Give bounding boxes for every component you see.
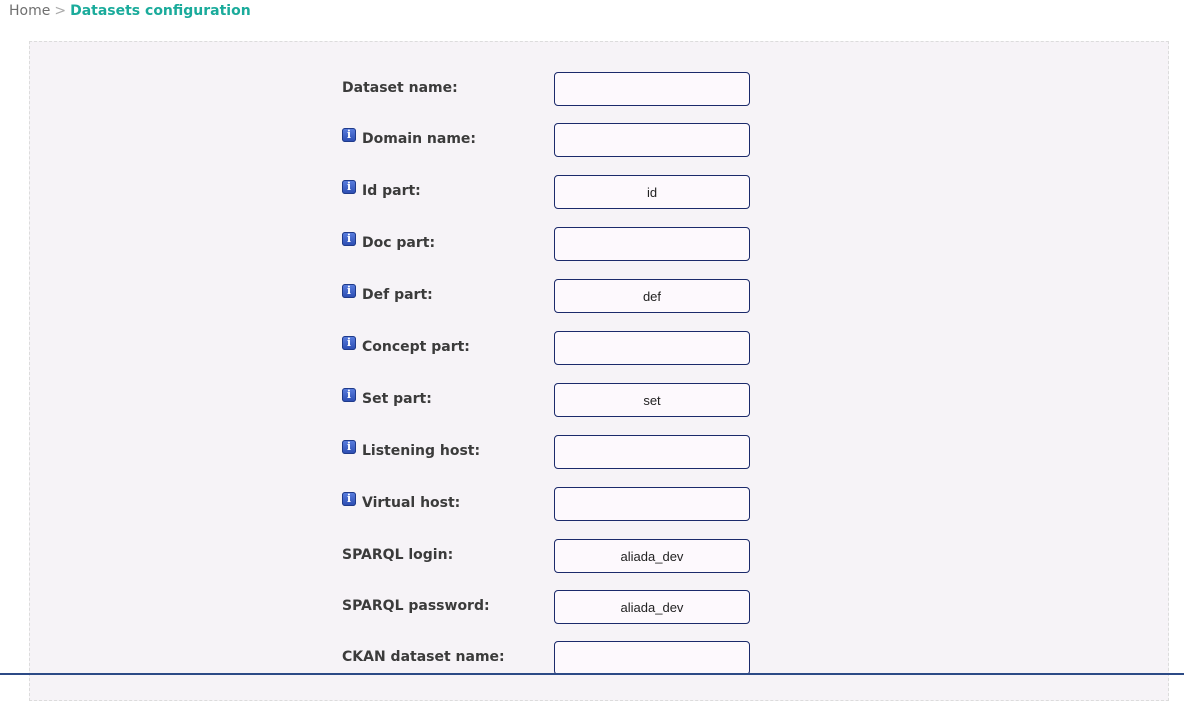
listening-host-label: i Listening host: xyxy=(342,440,481,459)
dataset-name-label-text: Dataset name: xyxy=(342,80,458,96)
form-row-ckan-dataset-name: CKAN dataset name: xyxy=(342,641,762,675)
listening-host-label-text: Listening host: xyxy=(362,443,481,459)
sparql-password-label: SPARQL password: xyxy=(342,598,490,614)
sparql-login-input[interactable] xyxy=(554,539,750,573)
doc-part-label-text: Doc part: xyxy=(362,235,436,251)
dataset-name-label: Dataset name: xyxy=(342,80,458,96)
breadcrumb: Home > Datasets configuration xyxy=(9,3,251,19)
breadcrumb-separator: > xyxy=(54,3,67,19)
dataset-name-input[interactable] xyxy=(554,72,750,106)
sparql-login-label-text: SPARQL login: xyxy=(342,547,454,563)
virtual-host-input[interactable] xyxy=(554,487,750,521)
sparql-login-label: SPARQL login: xyxy=(342,547,453,563)
listening-host-input[interactable] xyxy=(554,435,750,469)
form-row-virtual-host: i Virtual host: xyxy=(342,487,762,521)
id-part-label-text: Id part: xyxy=(362,183,421,199)
info-icon[interactable]: i xyxy=(342,180,356,194)
info-icon[interactable]: i xyxy=(342,284,356,298)
doc-part-input[interactable] xyxy=(554,227,750,261)
form-row-doc-part: i Doc part: xyxy=(342,227,762,261)
id-part-input[interactable] xyxy=(554,175,750,209)
id-part-label: i Id part: xyxy=(342,180,421,199)
info-icon[interactable]: i xyxy=(342,492,356,506)
info-icon[interactable]: i xyxy=(342,128,356,142)
info-icon[interactable]: i xyxy=(342,232,356,246)
set-part-label-text: Set part: xyxy=(362,391,432,407)
virtual-host-label-text: Virtual host: xyxy=(362,495,461,511)
domain-name-input[interactable] xyxy=(554,123,750,157)
set-part-label: i Set part: xyxy=(342,388,432,407)
def-part-label: i Def part: xyxy=(342,284,433,303)
concept-part-label: i Concept part: xyxy=(342,336,470,355)
breadcrumb-current: Datasets configuration xyxy=(70,3,251,19)
form-row-sparql-password: SPARQL password: xyxy=(342,590,762,624)
form-row-def-part: i Def part: xyxy=(342,279,762,313)
info-icon[interactable]: i xyxy=(342,388,356,402)
ckan-dataset-name-label-text: CKAN dataset name: xyxy=(342,649,505,665)
concept-part-input[interactable] xyxy=(554,331,750,365)
ckan-dataset-name-label: CKAN dataset name: xyxy=(342,649,505,665)
form-row-sparql-login: SPARQL login: xyxy=(342,539,762,573)
sparql-password-input[interactable] xyxy=(554,590,750,624)
def-part-input[interactable] xyxy=(554,279,750,313)
sparql-password-label-text: SPARQL password: xyxy=(342,598,490,614)
form-row-concept-part: i Concept part: xyxy=(342,331,762,365)
virtual-host-label: i Virtual host: xyxy=(342,492,461,511)
def-part-label-text: Def part: xyxy=(362,287,433,303)
info-icon[interactable]: i xyxy=(342,440,356,454)
breadcrumb-home-link[interactable]: Home xyxy=(9,3,50,19)
domain-name-label-text: Domain name: xyxy=(362,131,477,147)
form-row-dataset-name: Dataset name: xyxy=(342,72,762,106)
form-row-id-part: i Id part: xyxy=(342,175,762,209)
form-row-set-part: i Set part: xyxy=(342,383,762,417)
ckan-dataset-name-input[interactable] xyxy=(554,641,750,675)
doc-part-label: i Doc part: xyxy=(342,232,436,251)
info-icon[interactable]: i xyxy=(342,336,356,350)
concept-part-label-text: Concept part: xyxy=(362,339,470,355)
set-part-input[interactable] xyxy=(554,383,750,417)
form-row-domain-name: i Domain name: xyxy=(342,123,762,157)
domain-name-label: i Domain name: xyxy=(342,128,477,147)
form-row-listening-host: i Listening host: xyxy=(342,435,762,469)
